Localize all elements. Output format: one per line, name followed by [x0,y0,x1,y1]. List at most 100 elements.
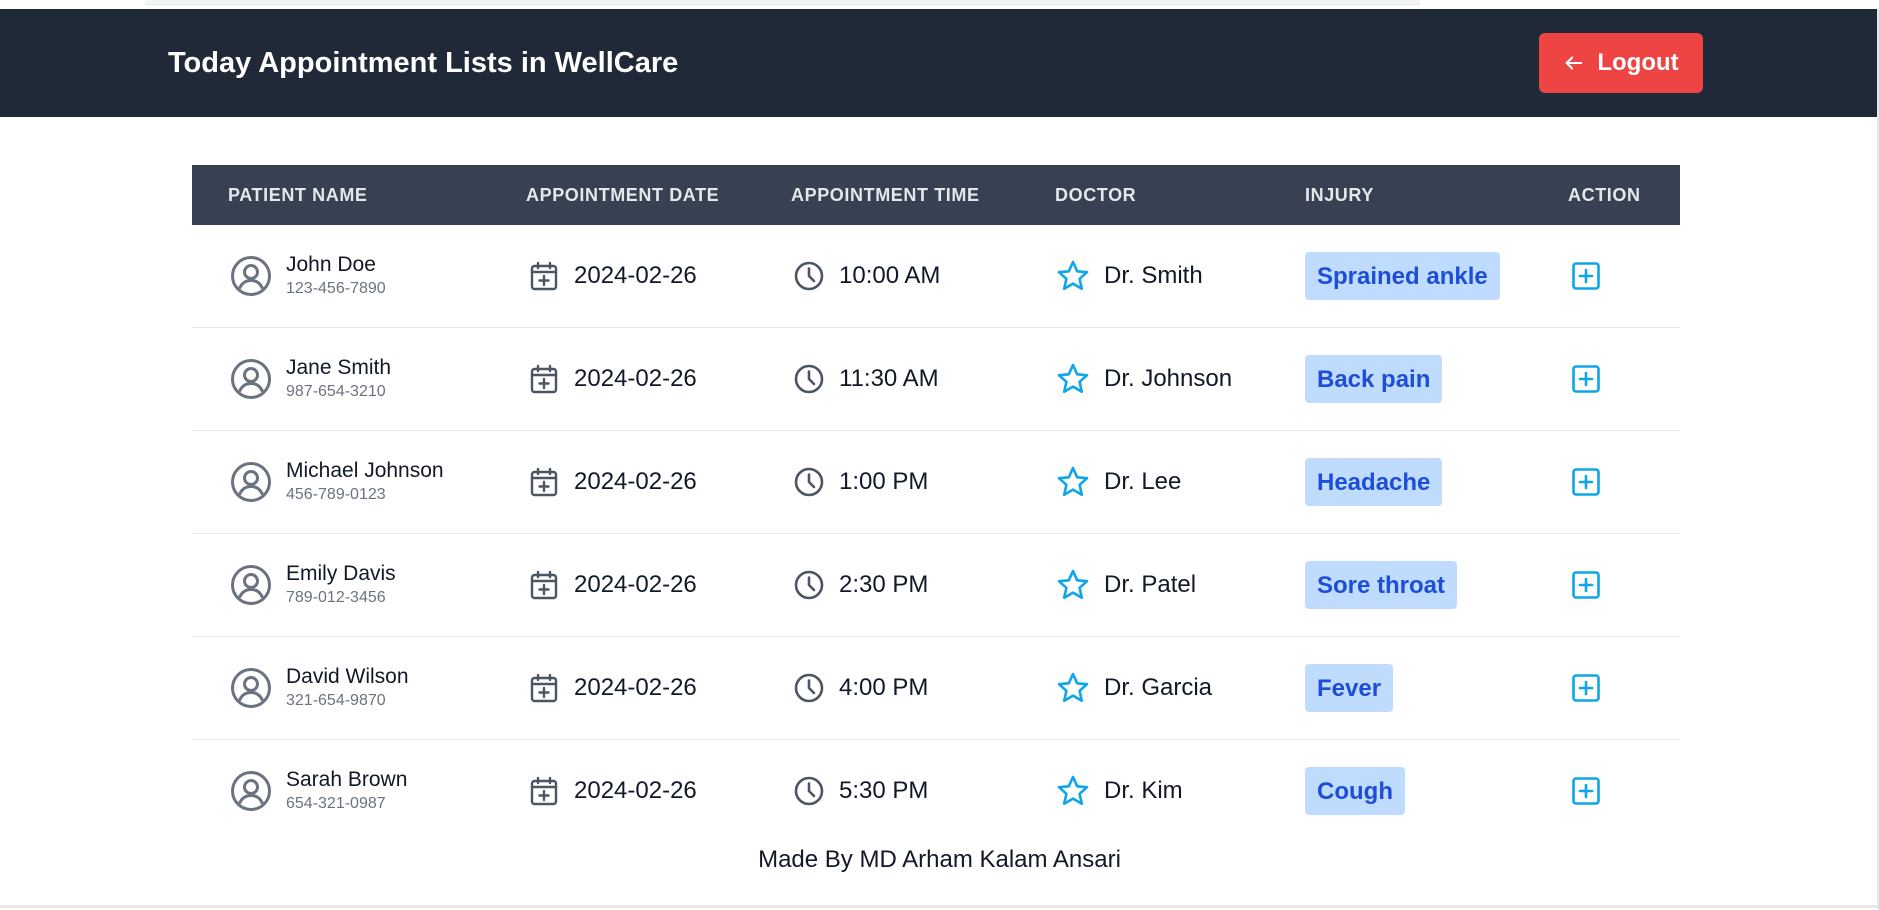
arrow-left-icon [1566,56,1583,70]
table-header: PATIENT NAME APPOINTMENT DATE APPOINTMEN… [192,165,1680,225]
plus-square-icon[interactable] [1570,672,1602,704]
bottom-divider [0,905,1879,908]
injury-cell: Sprained ankle [1305,225,1500,327]
user-circle-icon [231,565,271,605]
date-cell: 2024-02-26 [528,534,697,636]
injury-badge: Headache [1305,458,1443,506]
action-cell [1570,225,1602,327]
patient-info: Jane Smith 987-654-3210 [286,355,391,403]
top-strip [145,0,1420,5]
time-cell: 11:30 AM [793,328,939,430]
star-icon [1057,569,1089,600]
star-icon [1057,775,1089,806]
doctor-name: Dr. Johnson [1104,365,1233,392]
injury-cell: Fever [1305,637,1394,739]
patient-phone: 987-654-3210 [286,383,386,400]
patient-phone: 123-456-7890 [286,280,386,297]
appointment-date: 2024-02-26 [574,262,697,289]
injury-cell: Headache [1305,431,1443,533]
patient-phone: 654-321-0987 [286,795,386,812]
table-row: Jane Smith 987-654-3210 2024-02-26 11:30… [192,328,1680,431]
appointment-date: 2024-02-26 [574,674,697,701]
patient-info: Sarah Brown 654-321-0987 [286,767,407,815]
patient-cell: Sarah Brown 654-321-0987 [230,740,407,842]
patient-info: David Wilson 321-654-9870 [286,664,409,712]
star-icon [1057,363,1089,394]
patient-name: Sarah Brown [286,768,408,791]
page: Today Appointment Lists in WellCare Logo… [0,0,1879,910]
header-action: ACTION [1568,185,1641,205]
appointment-date: 2024-02-26 [574,571,697,598]
appointment-time: 2:30 PM [839,571,929,598]
doctor-cell: Dr. Garcia [1056,637,1212,739]
header-injury: INJURY [1305,185,1374,205]
table-row: John Doe 123-456-7890 2024-02-26 10:00 A… [192,225,1680,328]
plus-square-icon[interactable] [1570,569,1602,601]
injury-cell: Sore throat [1305,534,1458,636]
patient-info: Emily Davis 789-012-3456 [286,561,396,609]
date-cell: 2024-02-26 [528,225,697,327]
clock-icon [794,467,824,497]
plus-square-icon[interactable] [1570,260,1602,292]
appointment-time: 4:00 PM [839,674,929,701]
star-icon [1057,260,1089,291]
doctor-cell: Dr. Lee [1056,431,1181,533]
logout-button[interactable]: Logout [1539,33,1703,93]
clock-icon [794,364,824,394]
action-cell [1570,534,1602,636]
table-row: David Wilson 321-654-9870 2024-02-26 4:0… [192,637,1680,740]
user-circle-icon [231,256,271,296]
injury-badge: Fever [1305,664,1394,712]
doctor-name: Dr. Smith [1104,262,1203,289]
header-patient-name: PATIENT NAME [228,185,368,205]
injury-badge: Back pain [1305,355,1443,403]
patient-cell: John Doe 123-456-7890 [230,225,386,327]
appointment-date: 2024-02-26 [574,777,697,804]
calendar-plus-icon [530,570,558,600]
doctor-cell: Dr. Smith [1056,225,1203,327]
patient-phone: 789-012-3456 [286,589,386,606]
user-circle-icon [231,359,271,399]
action-cell [1570,740,1602,842]
plus-square-icon[interactable] [1570,363,1602,395]
doctor-cell: Dr. Patel [1056,534,1196,636]
patient-name: John Doe [286,253,376,276]
date-cell: 2024-02-26 [528,740,697,842]
table-row: Michael Johnson 456-789-0123 2024-02-26 … [192,431,1680,534]
patient-phone: 456-789-0123 [286,486,386,503]
doctor-name: Dr. Patel [1104,571,1197,598]
patient-cell: Jane Smith 987-654-3210 [230,328,391,430]
plus-square-icon[interactable] [1570,466,1602,498]
time-cell: 10:00 AM [793,225,940,327]
patient-name: Michael Johnson [286,459,444,482]
date-cell: 2024-02-26 [528,431,697,533]
patient-name: David Wilson [286,665,409,688]
logout-label: Logout [1597,49,1679,76]
footer-credit: Made By MD Arham Kalam Ansari [758,846,1121,873]
doctor-cell: Dr. Johnson [1056,328,1232,430]
plus-square-icon[interactable] [1570,775,1602,807]
patient-info: Michael Johnson 456-789-0123 [286,458,444,506]
doctor-name: Dr. Lee [1104,468,1182,495]
user-circle-icon [231,462,271,502]
injury-cell: Cough [1305,740,1405,842]
doctor-name: Dr. Kim [1104,777,1183,804]
page-title: Today Appointment Lists in WellCare [168,47,679,79]
injury-badge: Sprained ankle [1305,252,1500,300]
calendar-plus-icon [530,261,558,291]
doctor-name: Dr. Garcia [1104,674,1213,701]
patient-info: John Doe 123-456-7890 [286,252,386,300]
header-doctor: DOCTOR [1055,185,1137,205]
injury-badge: Cough [1305,767,1405,815]
patient-cell: David Wilson 321-654-9870 [230,637,409,739]
injury-cell: Back pain [1305,328,1443,430]
user-circle-icon [231,668,271,708]
injury-badge: Sore throat [1305,561,1458,609]
patient-cell: Emily Davis 789-012-3456 [230,534,396,636]
appointment-date: 2024-02-26 [574,468,697,495]
star-icon [1057,672,1089,703]
top-header: Today Appointment Lists in WellCare Logo… [0,9,1877,117]
doctor-cell: Dr. Kim [1056,740,1183,842]
clock-icon [794,673,824,703]
calendar-plus-icon [530,364,558,394]
